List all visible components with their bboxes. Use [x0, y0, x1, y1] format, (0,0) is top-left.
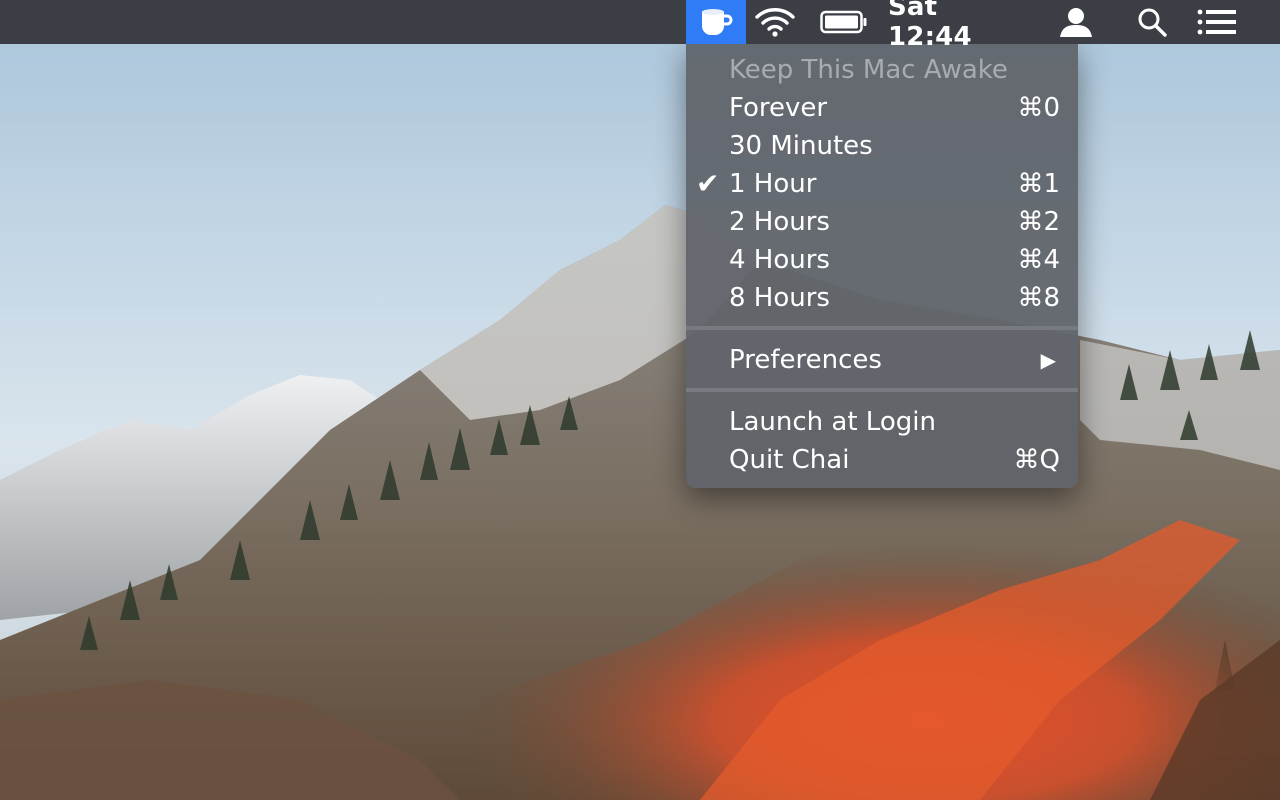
search-icon	[1138, 8, 1167, 37]
menu-separator	[686, 326, 1078, 330]
menu-item-shortcut: ⌘2	[1017, 207, 1060, 237]
menu-item-shortcut: ⌘8	[1017, 283, 1060, 313]
menu-item-label: 2 Hours	[729, 207, 830, 237]
clock[interactable]: Sat 12:44	[888, 0, 1028, 52]
submenu-arrow-icon: ▶	[1040, 348, 1056, 372]
menu-item-launch-at-login[interactable]: Launch at Login	[686, 403, 1078, 441]
menu-item-label: 4 Hours	[729, 245, 830, 275]
menu-item-quit[interactable]: Quit Chai ⌘Q	[686, 441, 1078, 479]
user-icon	[1060, 8, 1092, 37]
coffee-cup-icon	[702, 9, 733, 35]
menu-item-30-minutes[interactable]: 30 Minutes	[686, 127, 1078, 165]
menu-item-1-hour[interactable]: ✔ 1 Hour ⌘1	[686, 165, 1078, 203]
mountain-landscape	[0, 205, 1280, 800]
battery-icon	[820, 10, 867, 34]
menu-item-shortcut: ⌘4	[1017, 245, 1060, 275]
menu-item-preferences[interactable]: Preferences ▶	[686, 341, 1078, 379]
menu-separator	[686, 388, 1078, 392]
menu-item-label: 8 Hours	[729, 283, 830, 313]
desktop-wallpaper	[0, 0, 1280, 800]
menu-item-label: 1 Hour	[729, 169, 817, 199]
menu-item-4-hours[interactable]: 4 Hours ⌘4	[686, 241, 1078, 279]
menu-item-shortcut: ⌘Q	[1013, 445, 1060, 475]
menu-item-label: Preferences	[729, 345, 882, 375]
menu-item-label: Quit Chai	[729, 445, 850, 475]
wifi-menu-extra[interactable]	[750, 0, 800, 44]
menu-item-2-hours[interactable]: 2 Hours ⌘2	[686, 203, 1078, 241]
menu-header-label: Keep This Mac Awake	[729, 55, 1008, 85]
menu-item-label: 30 Minutes	[729, 131, 873, 161]
user-menu-extra[interactable]	[1052, 0, 1100, 44]
menu-item-label: Forever	[729, 93, 828, 123]
menu-header: Keep This Mac Awake	[686, 51, 1078, 89]
list-icon	[1197, 9, 1236, 35]
menu-item-8-hours[interactable]: 8 Hours ⌘8	[686, 279, 1078, 317]
menu-bar: Sat 12:44	[0, 0, 1280, 52]
chai-dropdown-menu: Keep This Mac Awake Forever ⌘0 30 Minute…	[686, 44, 1078, 488]
checkmark-icon: ✔	[696, 167, 720, 200]
menu-item-shortcut: ⌘0	[1017, 93, 1060, 123]
menu-item-shortcut: ⌘1	[1017, 169, 1060, 199]
notification-center-button[interactable]	[1190, 0, 1244, 44]
wifi-icon	[755, 8, 795, 37]
chai-menu-extra[interactable]	[686, 0, 746, 44]
spotlight-button[interactable]	[1130, 0, 1174, 44]
menu-item-forever[interactable]: Forever ⌘0	[686, 89, 1078, 127]
menu-item-label: Launch at Login	[729, 407, 936, 437]
battery-menu-extra[interactable]	[816, 0, 872, 44]
